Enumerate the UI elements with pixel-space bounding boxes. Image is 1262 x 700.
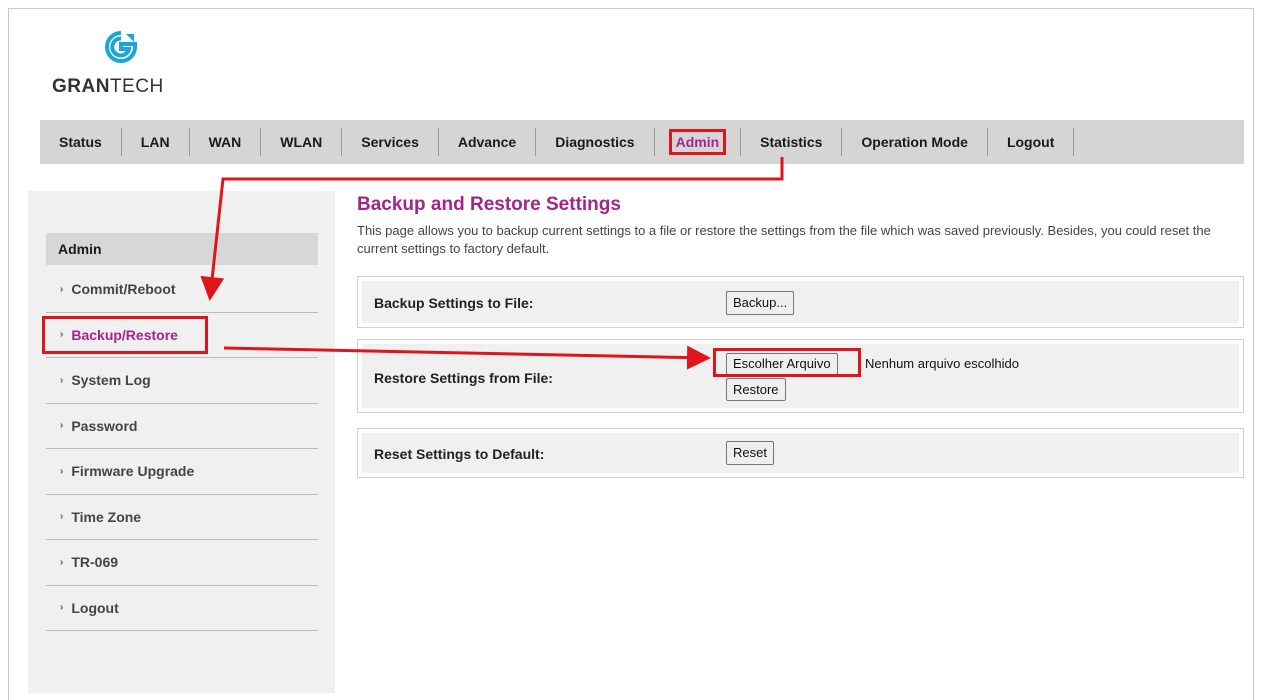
annotation-arrows [200, 157, 784, 370]
arrow-admin-to-sidebar [200, 157, 784, 301]
arrow-sidebar-to-file [223, 345, 711, 370]
